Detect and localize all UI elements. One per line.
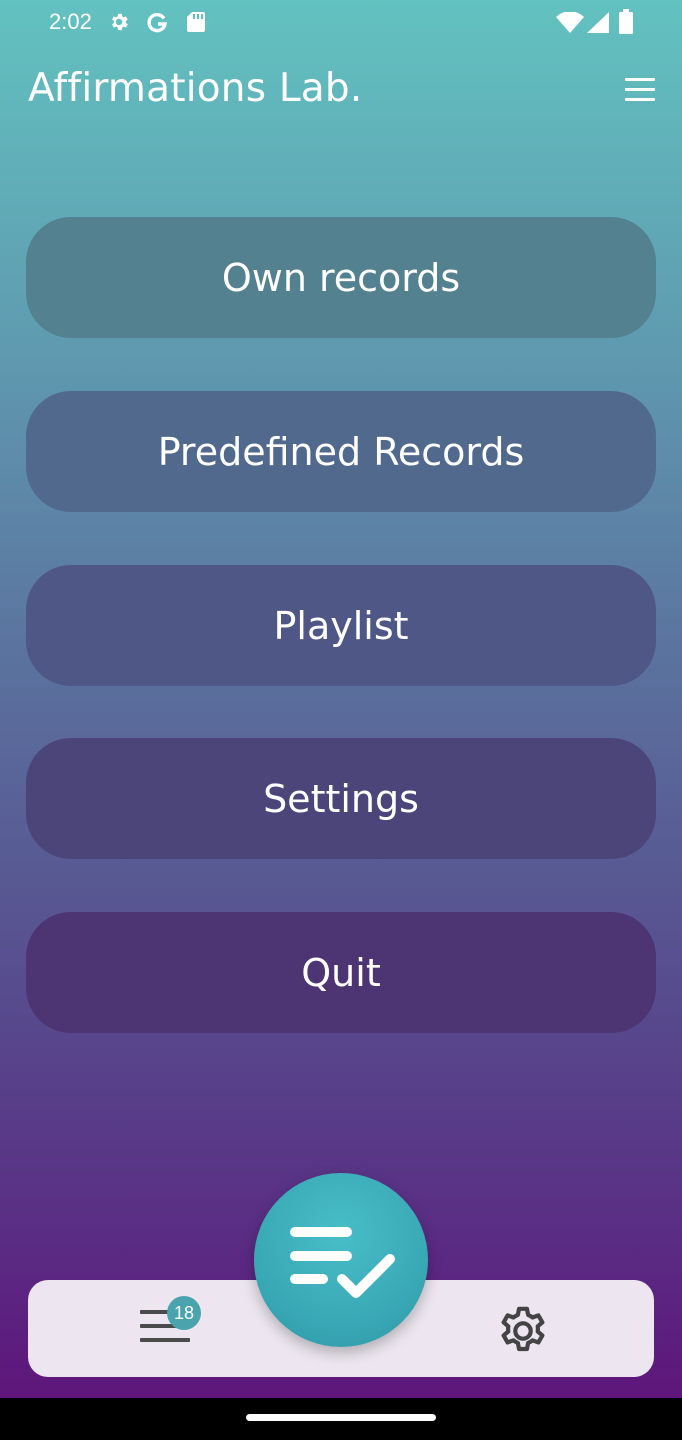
quit-label: Quit [301,950,381,995]
playlist-label: Playlist [273,603,409,648]
predefined-records-button[interactable]: Predefined Records [26,391,656,512]
battery-icon [619,9,633,34]
own-records-label: Own records [221,255,461,300]
notification-badge: 18 [167,1296,201,1330]
google-g-icon [147,12,168,33]
home-gesture-bar[interactable] [246,1414,436,1421]
sd-card-icon [187,12,205,32]
settings-button[interactable]: Settings [26,738,656,859]
signal-icon [587,12,609,33]
wifi-icon [556,12,584,33]
status-bar: 2:02 [0,0,682,46]
settings-label: Settings [263,776,419,821]
own-records-button[interactable]: Own records [26,217,656,338]
gear-icon [112,13,128,31]
playlist-button[interactable]: Playlist [26,565,656,686]
quit-button[interactable]: Quit [26,912,656,1033]
settings-gear-icon[interactable] [495,1303,551,1359]
app-title: Affirmations Lab. [28,66,363,111]
status-time: 2:02 [49,9,92,34]
hamburger-menu-icon[interactable] [622,78,658,104]
predefined-records-label: Predefined Records [157,429,525,474]
checklist-fab-button[interactable] [254,1173,428,1347]
app-screen: 2:02 Affirmations Lab. Own records Prede… [0,0,682,1398]
checklist-icon [290,1227,395,1298]
